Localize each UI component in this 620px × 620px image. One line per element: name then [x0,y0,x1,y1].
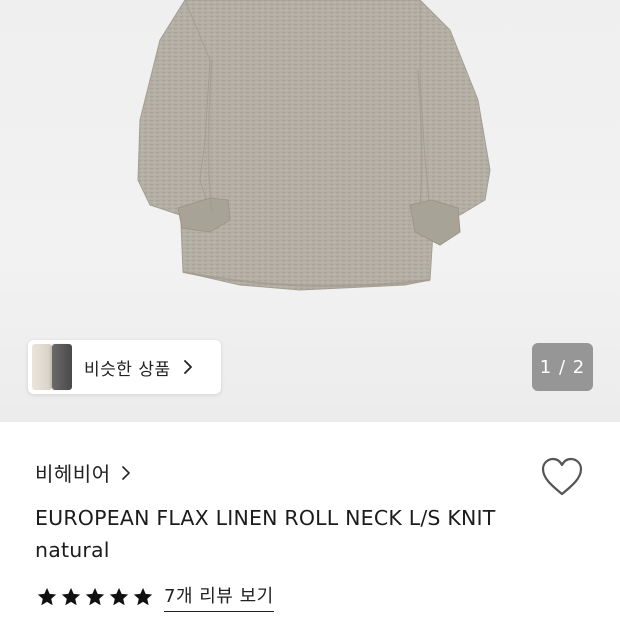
star-icon [109,587,129,606]
rating-stars [36,586,154,608]
similar-products-label: 비슷한 상품 [84,359,171,380]
brand-name: 비헤비어 [35,462,111,486]
similar-thumb-1 [32,344,52,390]
product-info: 비헤비어 EUROPEAN FLAX LINEN ROLL NECK L/S K… [0,422,620,620]
similar-products-thumbnails [28,340,74,394]
star-icon [37,587,57,606]
rating-row: 7개 리뷰 보기 [36,582,274,612]
similar-thumb-2 [52,344,72,390]
chevron-right-icon [183,360,197,374]
star-icon [61,587,81,606]
product-title: EUROPEAN FLAX LINEN ROLL NECK L/S KNIT n… [35,506,496,562]
chevron-right-icon [121,465,131,481]
pager-text: 1 / 2 [539,356,586,378]
image-pager-indicator: 1 / 2 [532,343,593,391]
heart-icon [541,457,583,496]
star-icon [85,587,105,606]
product-image-gallery[interactable]: 비슷한 상품 1 / 2 [0,0,620,422]
star-icon [133,587,153,606]
brand-link[interactable]: 비헤비어 [35,458,131,487]
wishlist-heart-button[interactable] [539,456,585,498]
similar-products-button[interactable]: 비슷한 상품 [28,340,221,394]
review-link[interactable]: 7개 리뷰 보기 [164,582,274,612]
